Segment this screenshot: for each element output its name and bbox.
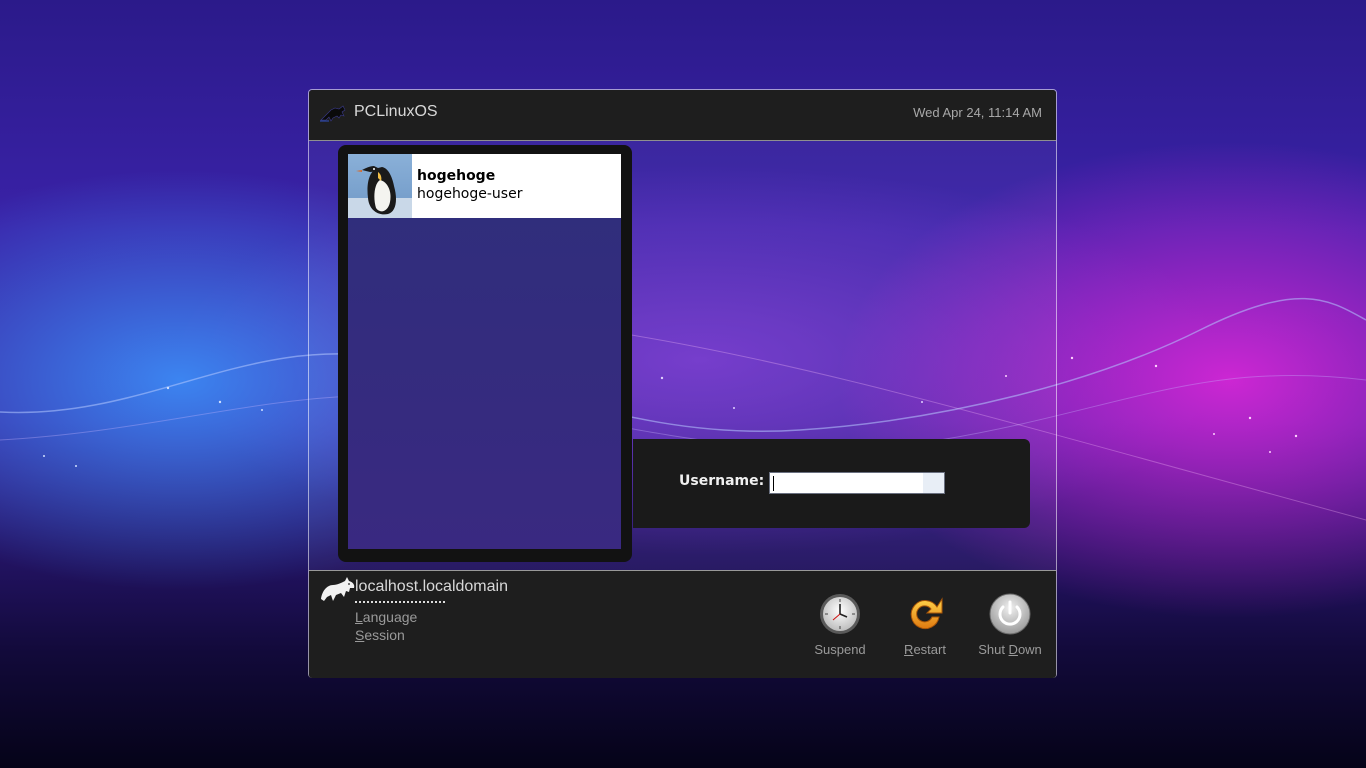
penguin-avatar-icon <box>348 154 412 218</box>
bottom-bar: localhost.localdomain Language Session S… <box>309 570 1056 678</box>
language-menu[interactable]: Language <box>355 609 417 625</box>
suspend-label: Suspend <box>814 642 866 657</box>
username-label: Username: <box>679 473 765 489</box>
top-bar: PCLinuxOS Wed Apr 24, 11:14 AM <box>309 90 1056 141</box>
text-caret <box>773 476 774 491</box>
hostname: localhost.localdomain <box>355 578 508 595</box>
user-display-name: hogehoge <box>417 168 496 184</box>
restart-icon <box>910 597 943 630</box>
shutdown-label: Shut Down <box>978 642 1042 657</box>
brand-title: PCLinuxOS <box>354 103 438 120</box>
restart-label: Restart <box>904 642 946 657</box>
username-input-shade <box>923 473 944 493</box>
user-list-item[interactable]: hogehoge hogehoge-user <box>348 154 621 218</box>
hostname-underline <box>355 601 445 603</box>
user-login-name: hogehoge-user <box>417 186 523 202</box>
username-input[interactable] <box>769 472 945 494</box>
user-list: hogehoge hogehoge-user <box>348 154 621 549</box>
shutdown-button[interactable]: Shut Down <box>970 593 1050 663</box>
date-time: Wed Apr 24, 11:14 AM <box>913 105 1042 120</box>
suspend-button[interactable]: Suspend <box>800 593 880 663</box>
clock-icon <box>820 594 860 634</box>
login-window: PCLinuxOS Wed Apr 24, 11:14 AM hogehoge … <box>308 89 1057 678</box>
power-icon <box>989 593 1031 635</box>
pclinuxos-panther-icon <box>321 577 355 601</box>
user-list-frame: hogehoge hogehoge-user <box>338 145 632 562</box>
pclinuxos-logo-icon <box>320 105 346 122</box>
login-prompt-panel: Username: <box>633 439 1030 528</box>
restart-button[interactable]: Restart <box>885 593 965 663</box>
session-menu[interactable]: Session <box>355 627 405 643</box>
